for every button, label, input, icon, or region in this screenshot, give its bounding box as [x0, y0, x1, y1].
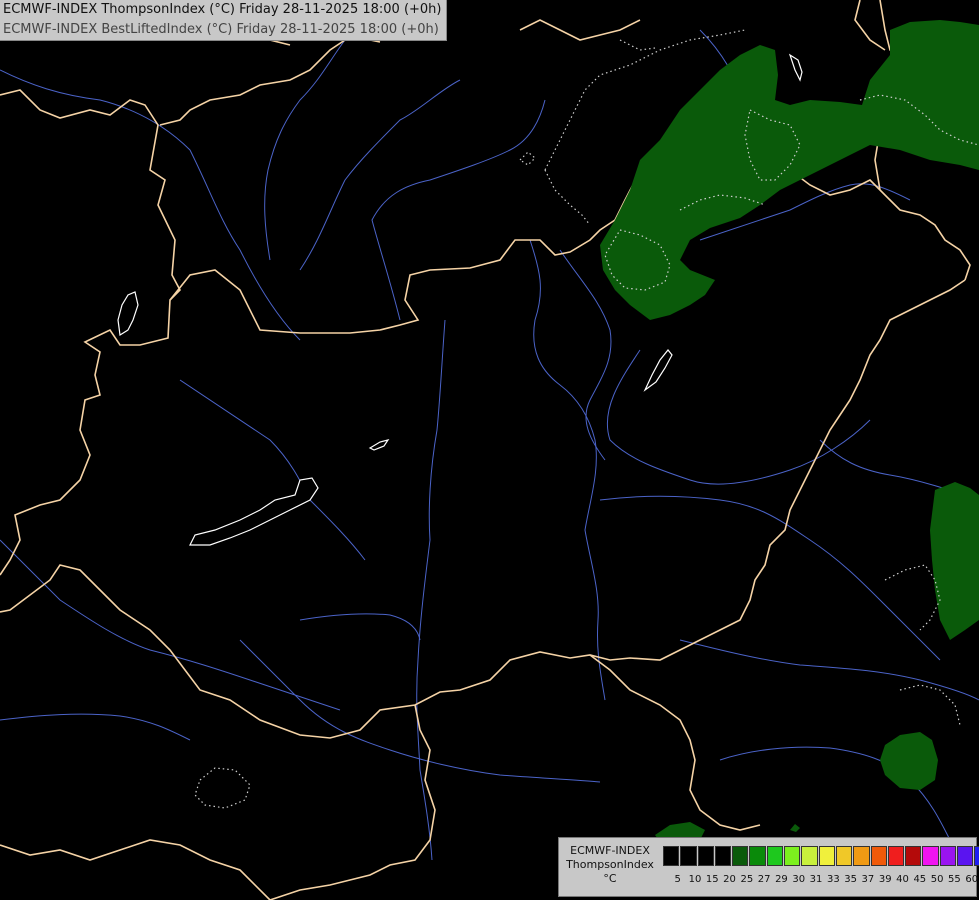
legend-ticks: 5 10 15 20 25 27 29 30 31 33 35 37 39 40 45 50 55 60 — [669, 874, 979, 885]
color-legend: ECMWF-INDEX ThompsonIndex °C 5 10 15 20 25 27… — [558, 837, 979, 897]
title-thompson-index: ECMWF-INDEX ThompsonIndex (°C) Friday 28… — [3, 2, 442, 17]
legend-tick-label: 40 — [896, 874, 909, 885]
legend-tick-label: 37 — [861, 874, 875, 885]
title-best-lifted-index: ECMWF-INDEX BestLiftedIndex (°C) Friday … — [3, 22, 439, 37]
legend-tick-label: 60 — [965, 874, 979, 885]
legend-swatch — [818, 846, 835, 866]
contour-line — [544, 169, 591, 226]
legend-tick-label: 35 — [844, 874, 857, 885]
field-area-small — [790, 824, 800, 832]
legend-swatch — [680, 846, 697, 866]
legend-tick-label: 30 — [792, 874, 806, 885]
legend-swatch — [974, 846, 979, 866]
contour-line — [884, 564, 941, 631]
legend-swatch — [663, 846, 680, 866]
field-area-southeast — [880, 732, 938, 790]
legend-swatch — [853, 846, 870, 866]
legend-tick-label: 10 — [688, 874, 702, 885]
thompson-index-fill — [600, 20, 979, 842]
legend-swatch — [939, 846, 957, 866]
legend-swatches — [663, 846, 979, 866]
legend-unit: °C — [603, 872, 617, 885]
legend-swatch — [835, 846, 853, 866]
legend-tick-label: 31 — [809, 874, 823, 885]
index-field — [194, 20, 979, 842]
legend-title: ECMWF-INDEX ThompsonIndex °C — [561, 844, 659, 886]
field-area-north — [600, 20, 979, 320]
legend-swatch — [732, 846, 749, 866]
legend-swatch — [714, 846, 732, 866]
map-title: ECMWF-INDEX ThompsonIndex (°C) Friday 28… — [0, 0, 447, 41]
contour-line — [194, 767, 251, 809]
legend-swatch — [957, 846, 974, 866]
legend-tick-label: 5 — [674, 874, 681, 885]
legend-tick-label: 25 — [740, 874, 754, 885]
legend-swatch — [766, 846, 784, 866]
legend-param: ThompsonIndex — [566, 858, 654, 871]
legend-swatch — [870, 846, 887, 866]
field-area-east — [930, 482, 979, 640]
weather-map: ECMWF-INDEX ThompsonIndex (°C) Friday 28… — [0, 0, 979, 900]
legend-tick-label: 55 — [948, 874, 961, 885]
legend-model: ECMWF-INDEX — [570, 844, 650, 857]
legend-tick-label: 45 — [913, 874, 927, 885]
legend-tick-label: 15 — [705, 874, 719, 885]
legend-swatch — [749, 846, 766, 866]
legend-swatch — [922, 846, 939, 866]
legend-tick-label: 27 — [757, 874, 771, 885]
legend-tick-label: 33 — [826, 874, 840, 885]
legend-swatch — [905, 846, 922, 866]
contour-line — [519, 151, 536, 166]
legend-tick-label: 20 — [723, 874, 736, 885]
contour-line — [899, 684, 961, 726]
legend-tick-label: 50 — [930, 874, 944, 885]
legend-swatch — [887, 846, 905, 866]
legend-tick-label: 39 — [878, 874, 892, 885]
legend-tick-label: 29 — [775, 874, 788, 885]
legend-swatch — [697, 846, 714, 866]
legend-swatch — [801, 846, 818, 866]
legend-swatch — [784, 846, 801, 866]
contour-line — [619, 39, 656, 51]
